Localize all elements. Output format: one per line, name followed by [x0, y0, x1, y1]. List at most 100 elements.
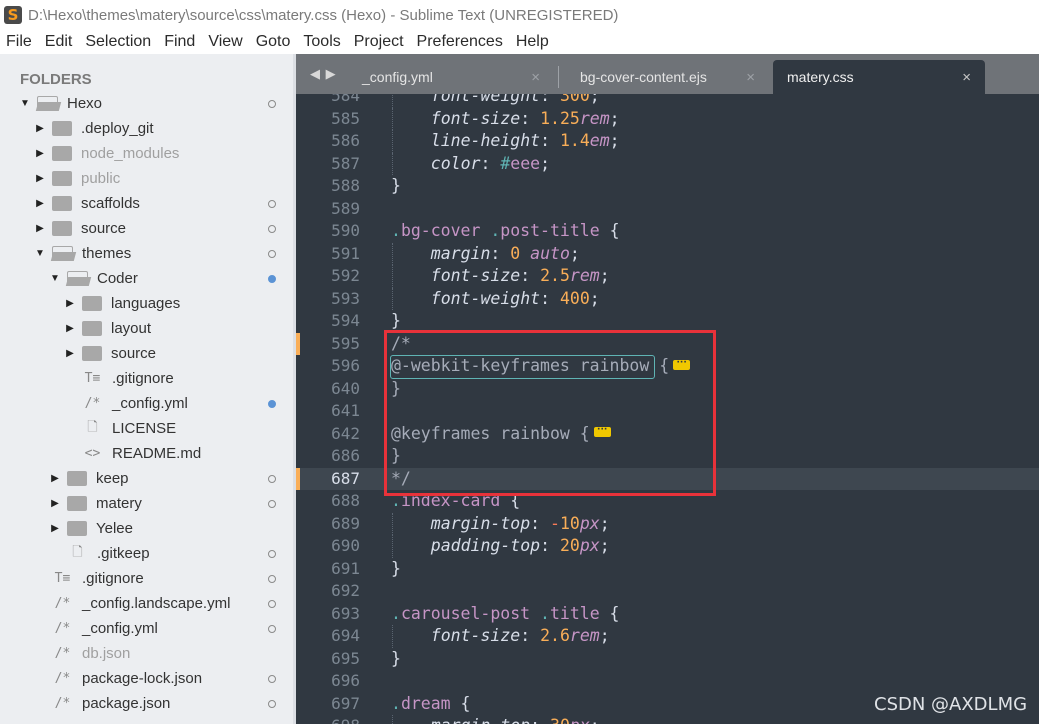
- disclosure-collapsed-icon[interactable]: ▶: [35, 148, 45, 159]
- file-item[interactable]: 🗋 .gitkeep: [0, 541, 296, 566]
- code-token: .: [540, 603, 550, 623]
- file-item[interactable]: 🗋 LICENSE: [0, 416, 296, 441]
- code-token: ;: [589, 94, 600, 105]
- folder-item[interactable]: ▼ Coder: [0, 266, 296, 291]
- folder-item[interactable]: ▶ Yelee: [0, 516, 296, 541]
- menu-selection[interactable]: Selection: [79, 33, 158, 51]
- menu-project[interactable]: Project: [348, 33, 411, 51]
- close-icon[interactable]: ×: [531, 69, 540, 86]
- folder-item[interactable]: ▶ source: [0, 341, 296, 366]
- menu-file[interactable]: File: [0, 33, 39, 51]
- clean-circle-icon: [268, 674, 276, 683]
- folder-item[interactable]: ▶ matery: [0, 491, 296, 516]
- code-token: ;: [569, 243, 580, 263]
- folder-item[interactable]: ▶ scaffolds: [0, 191, 296, 216]
- code-line[interactable]: 694 font-size: 2.6rem;: [296, 625, 1039, 648]
- disclosure-expanded-icon[interactable]: ▼: [20, 98, 30, 109]
- file-item[interactable]: /* db.json: [0, 641, 296, 666]
- menu-tools[interactable]: Tools: [297, 33, 347, 51]
- folder-open-icon: [67, 271, 88, 286]
- code-line[interactable]: 588}: [296, 175, 1039, 198]
- code-token: color: [430, 153, 481, 173]
- folder-item[interactable]: ▶ languages: [0, 291, 296, 316]
- file-item[interactable]: T≡ .gitignore: [0, 366, 296, 391]
- file-item[interactable]: /* package-lock.json: [0, 666, 296, 691]
- disclosure-collapsed-icon[interactable]: ▶: [65, 323, 75, 334]
- disclosure-collapsed-icon[interactable]: ▶: [50, 523, 60, 534]
- disclosure-collapsed-icon[interactable]: ▶: [65, 298, 75, 309]
- code-line[interactable]: 690 padding-top: 20px;: [296, 535, 1039, 558]
- code-line[interactable]: 593 font-weight: 400;: [296, 287, 1039, 311]
- menu-view[interactable]: View: [202, 33, 249, 51]
- code-line[interactable]: 587 color: #eee;: [296, 152, 1039, 175]
- code-text: font-weight: 400;: [431, 288, 600, 311]
- tab-config-yml[interactable]: _config.yml ×: [344, 60, 554, 94]
- menu-help[interactable]: Help: [510, 33, 556, 51]
- code-line[interactable]: 696: [296, 670, 1039, 693]
- code-line[interactable]: 586 line-height: 1.4em;: [296, 130, 1039, 153]
- code-text: font-size: 2.5rem;: [431, 265, 610, 288]
- menu-goto[interactable]: Goto: [250, 33, 298, 51]
- tab-nav-arrows-icon[interactable]: ◀ ▶: [310, 66, 337, 82]
- code-line[interactable]: 592 font-size: 2.5rem;: [296, 265, 1039, 288]
- code-line[interactable]: 589: [296, 198, 1039, 221]
- file-item[interactable]: T≡ .gitignore: [0, 566, 296, 591]
- disclosure-collapsed-icon[interactable]: ▶: [35, 198, 45, 209]
- disclosure-expanded-icon[interactable]: ▼: [35, 248, 45, 259]
- menu-edit[interactable]: Edit: [39, 33, 80, 51]
- folder-item[interactable]: ▼ Hexo: [0, 91, 296, 116]
- code-token: #: [500, 153, 511, 173]
- tree-item-label: scaffolds: [81, 195, 140, 212]
- disclosure-collapsed-icon[interactable]: ▶: [35, 123, 45, 134]
- disclosure-expanded-icon[interactable]: ▼: [50, 273, 60, 284]
- file-item[interactable]: /* package.json: [0, 691, 296, 716]
- modified-dot-icon: [268, 399, 276, 408]
- code-token: px: [579, 513, 600, 533]
- folder-item[interactable]: ▶ .deploy_git: [0, 116, 296, 141]
- menu-preferences[interactable]: Preferences: [411, 33, 510, 51]
- code-token: 20: [559, 536, 580, 555]
- close-icon[interactable]: ×: [962, 69, 971, 86]
- code-line[interactable]: 693 .carousel-post .title {: [296, 603, 1039, 626]
- folder-icon: [82, 321, 102, 336]
- code-token: 300: [559, 94, 590, 105]
- folder-item[interactable]: ▶ public: [0, 166, 296, 191]
- code-line[interactable]: 698 margin-top: 30px;: [296, 715, 1039, 724]
- file-item[interactable]: /* _config.landscape.yml: [0, 591, 296, 616]
- code-line[interactable]: 695}: [296, 648, 1039, 671]
- code-line[interactable]: 591 margin: 0 auto;: [296, 242, 1039, 265]
- folder-item[interactable]: ▶ layout: [0, 316, 296, 341]
- code-line[interactable]: 584 font-weight: 300;: [296, 94, 1039, 108]
- code-token: eee: [510, 153, 541, 173]
- folder-item[interactable]: ▶ node_modules: [0, 141, 296, 166]
- line-number: 588: [331, 176, 360, 195]
- folder-item[interactable]: ▶ keep: [0, 466, 296, 491]
- line-number: 697: [331, 693, 360, 713]
- folder-icon: [52, 221, 72, 236]
- clean-circle-icon: [268, 549, 276, 558]
- file-item[interactable]: <> README.md: [0, 441, 296, 466]
- tree-item-label: .gitignore: [112, 370, 174, 387]
- code-token: 400: [559, 288, 590, 308]
- code-line[interactable]: 692: [296, 580, 1039, 603]
- disclosure-collapsed-icon[interactable]: ▶: [35, 173, 45, 184]
- folder-item[interactable]: ▶ source: [0, 216, 296, 241]
- folder-item[interactable]: ▼ themes: [0, 241, 296, 266]
- close-icon[interactable]: ×: [746, 69, 755, 86]
- tab-separator: [558, 66, 559, 88]
- file-item[interactable]: /* _config.yml: [0, 616, 296, 641]
- menu-find[interactable]: Find: [158, 33, 202, 51]
- file-item[interactable]: /* _config.yml: [0, 391, 296, 416]
- code-line[interactable]: 590 .bg-cover .post-title {: [296, 220, 1039, 243]
- modified-dot-icon: [268, 274, 276, 283]
- tree-item-label: README.md: [112, 445, 202, 462]
- tab-bg-cover-content-ejs[interactable]: bg-cover-content.ejs ×: [562, 60, 769, 94]
- disclosure-collapsed-icon[interactable]: ▶: [50, 498, 60, 509]
- tab-matery-css[interactable]: matery.css ×: [773, 60, 985, 94]
- code-line[interactable]: 689 margin-top: -10px;: [296, 512, 1039, 535]
- disclosure-collapsed-icon[interactable]: ▶: [35, 223, 45, 234]
- code-line[interactable]: 691}: [296, 558, 1039, 581]
- disclosure-collapsed-icon[interactable]: ▶: [50, 473, 60, 484]
- code-line[interactable]: 585 font-size: 1.25rem;: [296, 107, 1039, 130]
- disclosure-collapsed-icon[interactable]: ▶: [65, 348, 75, 359]
